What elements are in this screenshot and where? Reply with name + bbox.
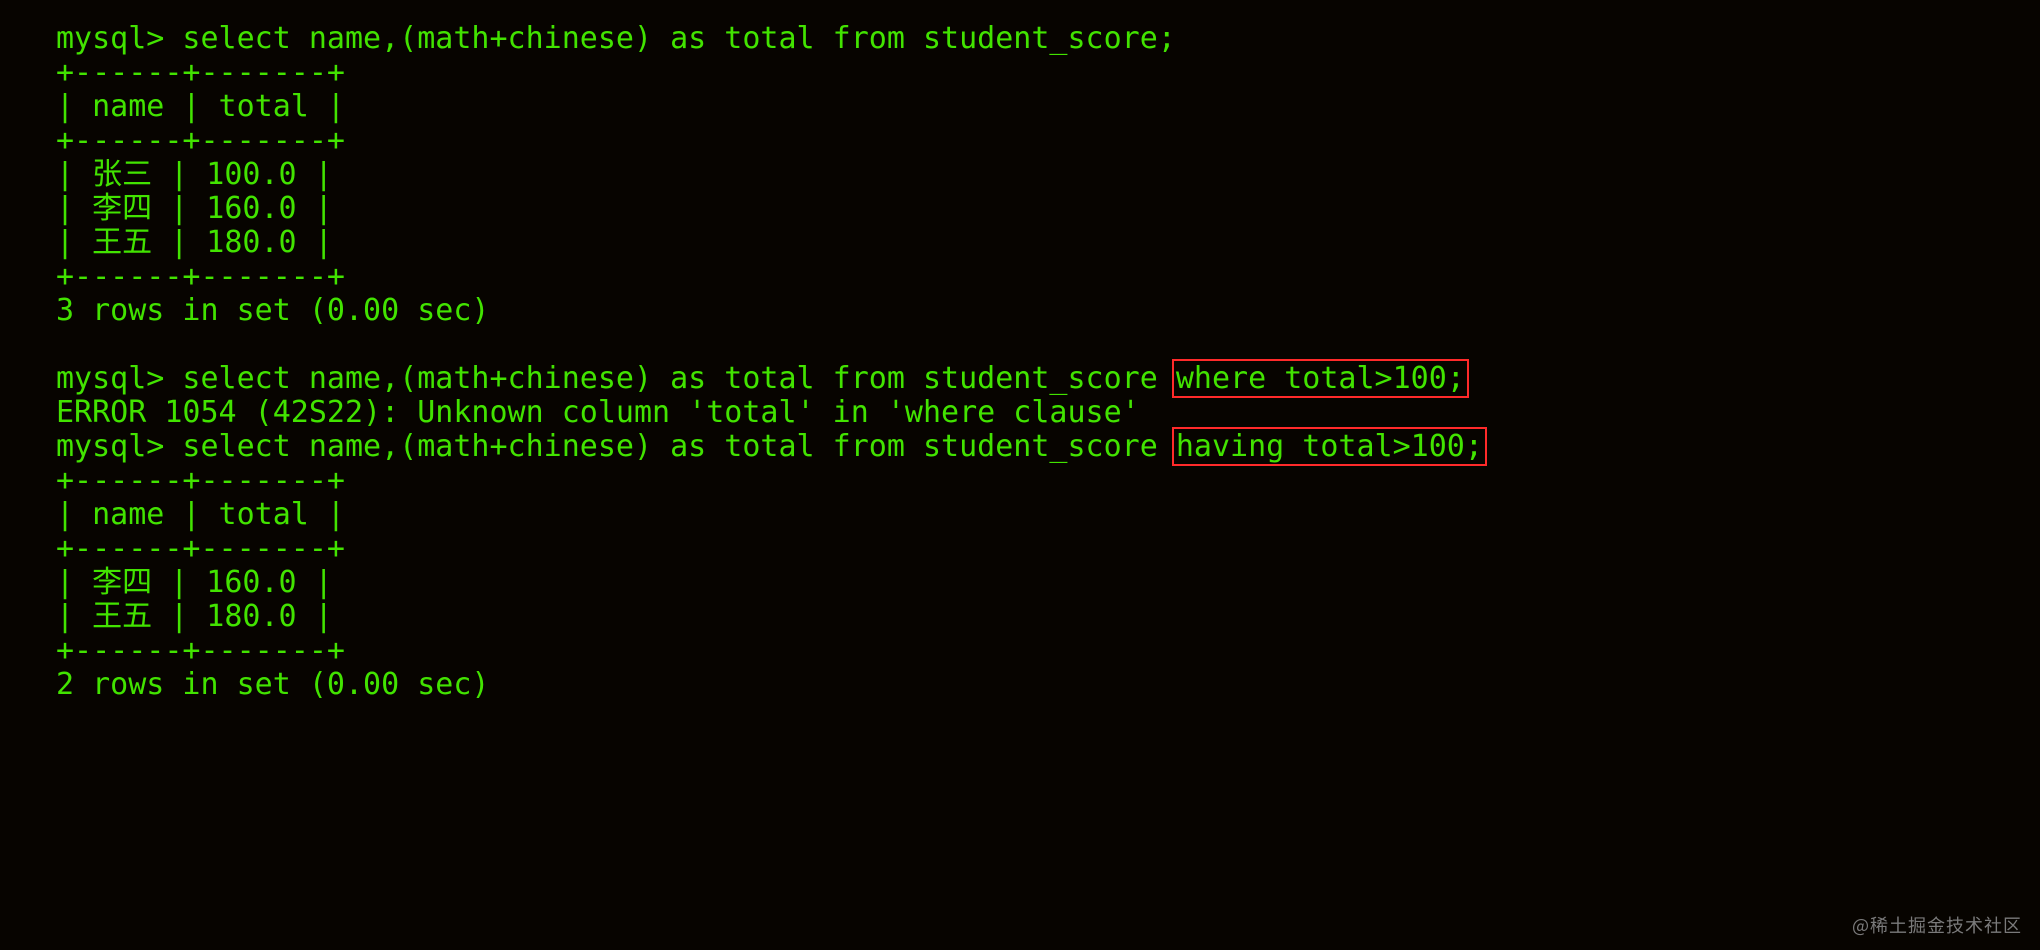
table-row: | 李四 | 160.0 | [56,566,2040,600]
table-row: | 王五 | 180.0 | [56,226,2040,260]
watermark-label: @稀土掘金技术社区 [1852,912,2022,938]
result-summary: 3 rows in set (0.00 sec) [56,294,2040,328]
having-clause-highlight: having total>100; [1176,429,1483,464]
table-border: +------+-------+ [56,260,2040,294]
table-border: +------+-------+ [56,634,2040,668]
table-border: +------+-------+ [56,464,2040,498]
table-border: +------+-------+ [56,124,2040,158]
sql-query-2: mysql> select name,(math+chinese) as tot… [56,362,2040,396]
table-row: | 张三 | 100.0 | [56,158,2040,192]
table-border: +------+-------+ [56,56,2040,90]
table-row: | 王五 | 180.0 | [56,600,2040,634]
mysql-terminal[interactable]: mysql> select name,(math+chinese) as tot… [0,0,2040,702]
where-clause-highlight: where total>100; [1176,361,1465,396]
result-summary: 2 rows in set (0.00 sec) [56,668,2040,702]
sql-query-3: mysql> select name,(math+chinese) as tot… [56,430,2040,464]
error-message: ERROR 1054 (42S22): Unknown column 'tota… [56,396,2040,430]
table-row: | 李四 | 160.0 | [56,192,2040,226]
table-header: | name | total | [56,90,2040,124]
table-header: | name | total | [56,498,2040,532]
table-border: +------+-------+ [56,532,2040,566]
sql-query-1: mysql> select name,(math+chinese) as tot… [56,22,2040,56]
blank-line [56,328,2040,362]
